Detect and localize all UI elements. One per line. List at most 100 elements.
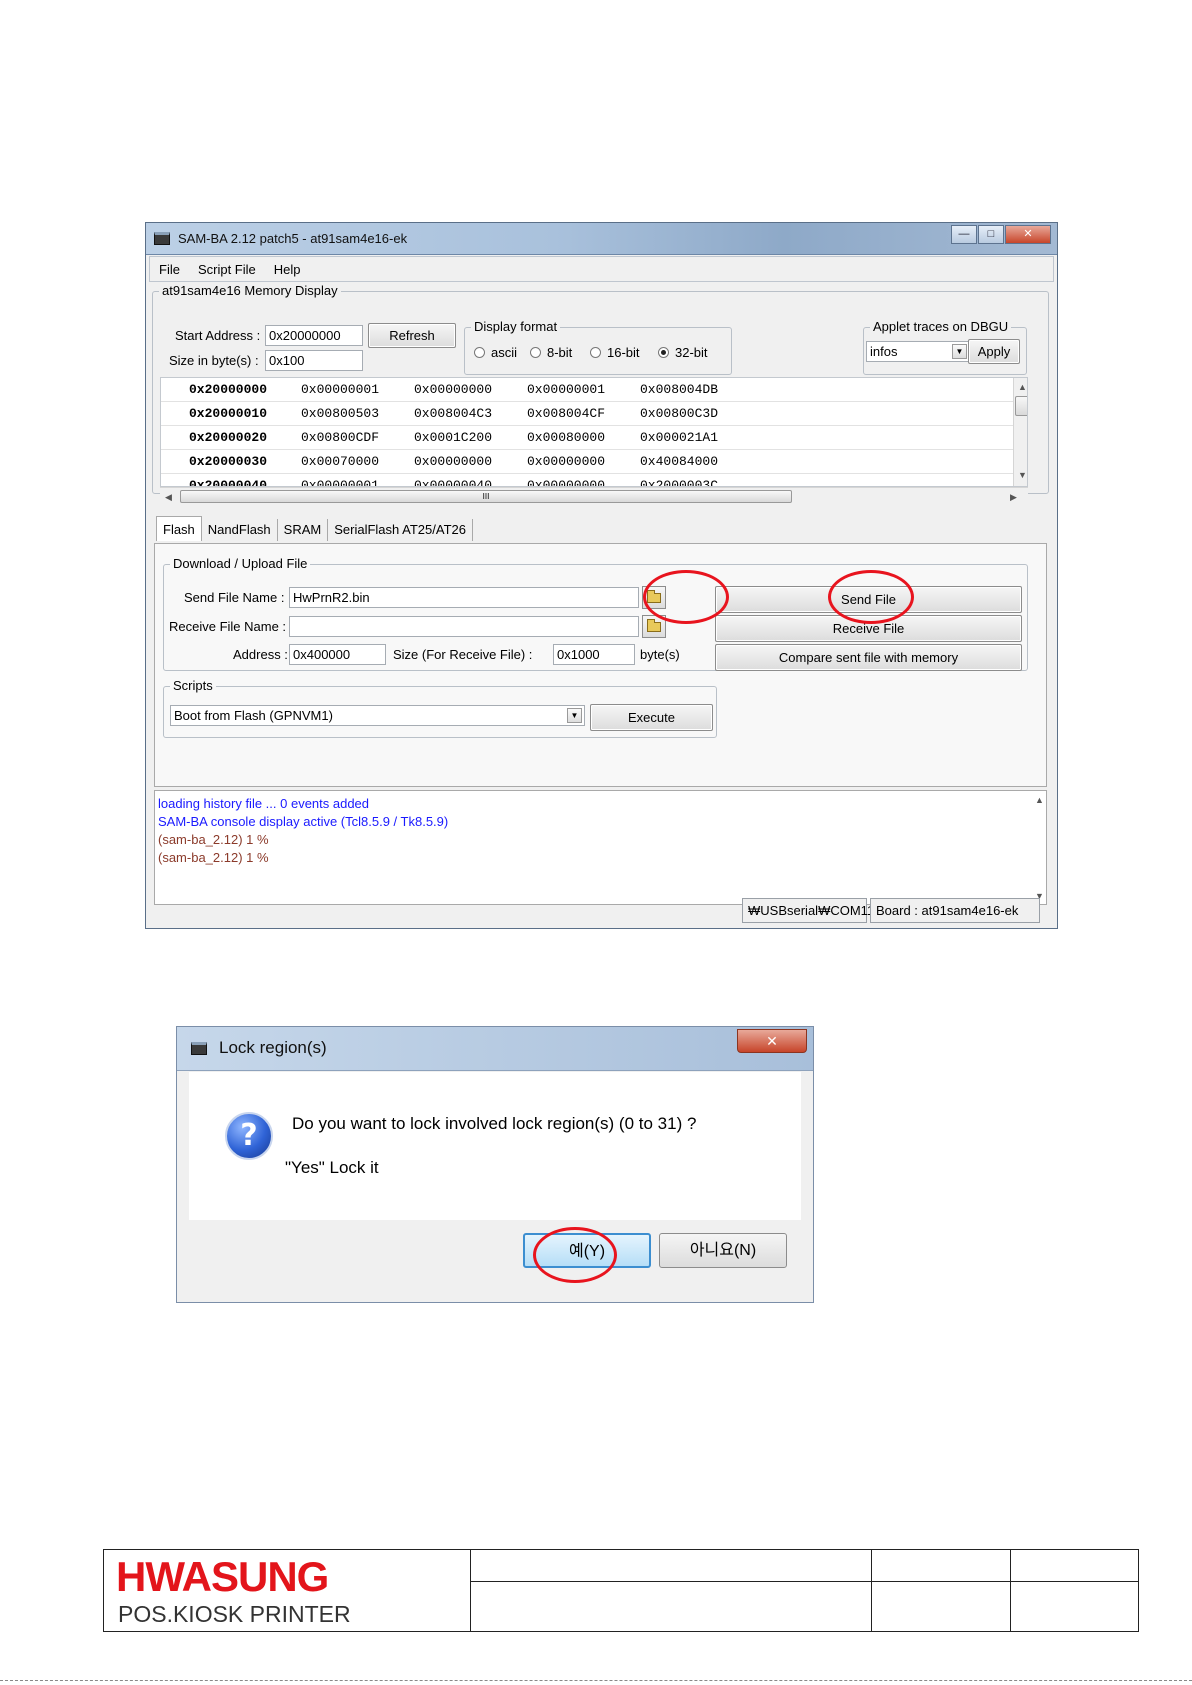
memory-row: 0x20000020 0x00800CDF 0x0001C200 0x00080000…	[161, 426, 1013, 450]
radio-ascii-label: ascii	[491, 345, 518, 360]
close-button[interactable]: ✕	[1005, 225, 1051, 244]
memory-hscroll-thumb[interactable]: III	[180, 490, 792, 503]
memory-value: 0x2000003C	[640, 478, 719, 487]
receive-size-input[interactable]: 0x1000	[553, 644, 635, 665]
memory-display-title: at91sam4e16 Memory Display	[159, 283, 341, 298]
memory-value: 0x40084000	[640, 454, 719, 469]
receive-file-browse-button[interactable]	[642, 615, 666, 638]
menu-bar: File Script File Help	[149, 256, 1054, 282]
console-output[interactable]: loading history file ... 0 events added …	[154, 790, 1047, 905]
radio-8bit[interactable]	[530, 347, 541, 358]
yes-button[interactable]: 예(Y)	[523, 1233, 651, 1268]
scroll-left-icon[interactable]: ◀	[165, 492, 172, 503]
memory-table[interactable]: 0x20000000 0x00000001 0x00000000 0x00000001…	[160, 377, 1028, 487]
execute-button[interactable]: Execute	[590, 704, 713, 731]
flash-tab-panel: Download / Upload File Send File Name : …	[154, 543, 1047, 787]
console-line: SAM-BA console display active (Tcl8.5.9 …	[158, 814, 449, 829]
memory-vscroll-thumb[interactable]	[1015, 396, 1027, 416]
applet-traces-select[interactable]: infos ▼	[866, 341, 970, 362]
applet-traces-value: infos	[870, 344, 898, 359]
receive-file-button[interactable]: Receive File	[715, 615, 1022, 642]
scroll-up-icon[interactable]: ▲	[1035, 795, 1044, 805]
dialog-title: Lock region(s)	[219, 1038, 327, 1057]
maximize-button[interactable]: □	[978, 225, 1004, 244]
receive-size-label: Size (For Receive File) :	[393, 647, 533, 662]
menu-script-file[interactable]: Script File	[189, 257, 265, 281]
memory-address: 0x20000030	[189, 454, 268, 469]
start-address-input[interactable]: 0x20000000	[265, 325, 363, 346]
radio-8bit-label: 8-bit	[547, 345, 573, 360]
menu-help[interactable]: Help	[265, 257, 310, 281]
radio-32bit[interactable]	[658, 347, 669, 358]
send-file-browse-button[interactable]	[642, 586, 666, 609]
memory-value: 0x008004DB	[640, 382, 719, 397]
apply-button[interactable]: Apply	[968, 339, 1020, 364]
memory-value: 0x00000001	[301, 478, 380, 487]
page-edge-line	[0, 1680, 1192, 1681]
compare-file-button[interactable]: Compare sent file with memory	[715, 644, 1022, 671]
folder-icon	[647, 619, 661, 632]
radio-16bit-label: 16-bit	[607, 345, 640, 360]
app-icon	[154, 232, 170, 245]
minimize-button[interactable]: —	[951, 225, 977, 244]
refresh-button[interactable]: Refresh	[368, 323, 456, 348]
memory-value: 0x00800CDF	[301, 430, 380, 445]
console-vscroll[interactable]: ▲ ▼	[1031, 791, 1046, 904]
title-bar[interactable]: SAM-BA 2.12 patch5 - at91sam4e16-ek — □ …	[146, 223, 1057, 255]
memory-address: 0x20000010	[189, 406, 268, 421]
tab-flash[interactable]: Flash	[156, 516, 202, 541]
memory-row: 0x20000030 0x00070000 0x00000000 0x00000000…	[161, 450, 1013, 474]
receive-file-input[interactable]	[289, 616, 639, 637]
tab-sram[interactable]: SRAM	[278, 519, 329, 541]
chevron-down-icon[interactable]: ▼	[952, 344, 967, 359]
dialog-title-bar[interactable]: Lock region(s) ✕	[177, 1027, 813, 1071]
receive-file-label: Receive File Name :	[169, 619, 287, 634]
memory-address: 0x20000020	[189, 430, 268, 445]
memory-row: 0x20000010 0x00800503 0x008004C3 0x008004CF…	[161, 402, 1013, 426]
dialog-close-button[interactable]: ✕	[737, 1029, 807, 1053]
chevron-down-icon[interactable]: ▼	[567, 708, 582, 723]
folder-icon	[647, 590, 661, 603]
memory-value: 0x00800503	[301, 406, 380, 421]
scroll-down-icon[interactable]: ▼	[1018, 470, 1027, 480]
dialog-message: Do you want to lock involved lock region…	[292, 1114, 697, 1133]
send-file-input[interactable]: HwPrnR2.bin	[289, 587, 639, 608]
menu-file[interactable]: File	[150, 257, 189, 281]
window-title: SAM-BA 2.12 patch5 - at91sam4e16-ek	[178, 231, 408, 246]
status-board: Board : at91sam4e16-ek	[870, 898, 1040, 923]
memory-value: 0x00000000	[414, 454, 493, 469]
window-controls: — □ ✕	[950, 225, 1051, 244]
document-footer: HWASUNG POS.KIOSK PRINTER	[103, 1549, 1139, 1632]
logo-subtitle: POS.KIOSK PRINTER	[118, 1601, 351, 1627]
footer-divider	[470, 1550, 471, 1631]
memory-vscroll[interactable]: ▲ ▼	[1013, 378, 1027, 486]
memory-address: 0x20000000	[189, 382, 268, 397]
size-input[interactable]: 0x100	[265, 350, 363, 371]
address-input[interactable]: 0x400000	[289, 644, 386, 665]
memory-hscroll[interactable]: ◀ III ▶	[160, 487, 1028, 505]
memory-value: 0x00000040	[414, 478, 493, 487]
address-label: Address :	[233, 647, 288, 662]
radio-ascii[interactable]	[474, 347, 485, 358]
no-button[interactable]: 아니요(N)	[659, 1233, 787, 1268]
start-address-label: Start Address :	[175, 328, 261, 343]
memory-value: 0x0001C200	[414, 430, 493, 445]
radio-32bit-label: 32-bit	[675, 345, 708, 360]
samba-window: SAM-BA 2.12 patch5 - at91sam4e16-ek — □ …	[145, 222, 1058, 929]
scripts-select[interactable]: Boot from Flash (GPNVM1) ▼	[170, 705, 585, 726]
memory-value: 0x00080000	[527, 430, 606, 445]
tab-serialflash[interactable]: SerialFlash AT25/AT26	[328, 519, 473, 541]
memory-value: 0x008004CF	[527, 406, 606, 421]
memory-address: 0x20000040	[189, 478, 268, 487]
scroll-right-icon[interactable]: ▶	[1010, 492, 1017, 503]
memory-value: 0x00070000	[301, 454, 380, 469]
download-upload-title: Download / Upload File	[170, 556, 311, 571]
scroll-up-icon[interactable]: ▲	[1018, 382, 1027, 392]
send-file-button[interactable]: Send File	[715, 586, 1022, 613]
dialog-body: ? Do you want to lock involved lock regi…	[189, 1072, 801, 1220]
radio-16bit[interactable]	[590, 347, 601, 358]
tab-nandflash[interactable]: NandFlash	[202, 519, 278, 541]
logo-text: HWASUNG	[116, 1553, 329, 1600]
memory-row: 0x20000000 0x00000001 0x00000000 0x00000001…	[161, 378, 1013, 402]
applet-traces-title: Applet traces on DBGU	[870, 319, 1012, 334]
